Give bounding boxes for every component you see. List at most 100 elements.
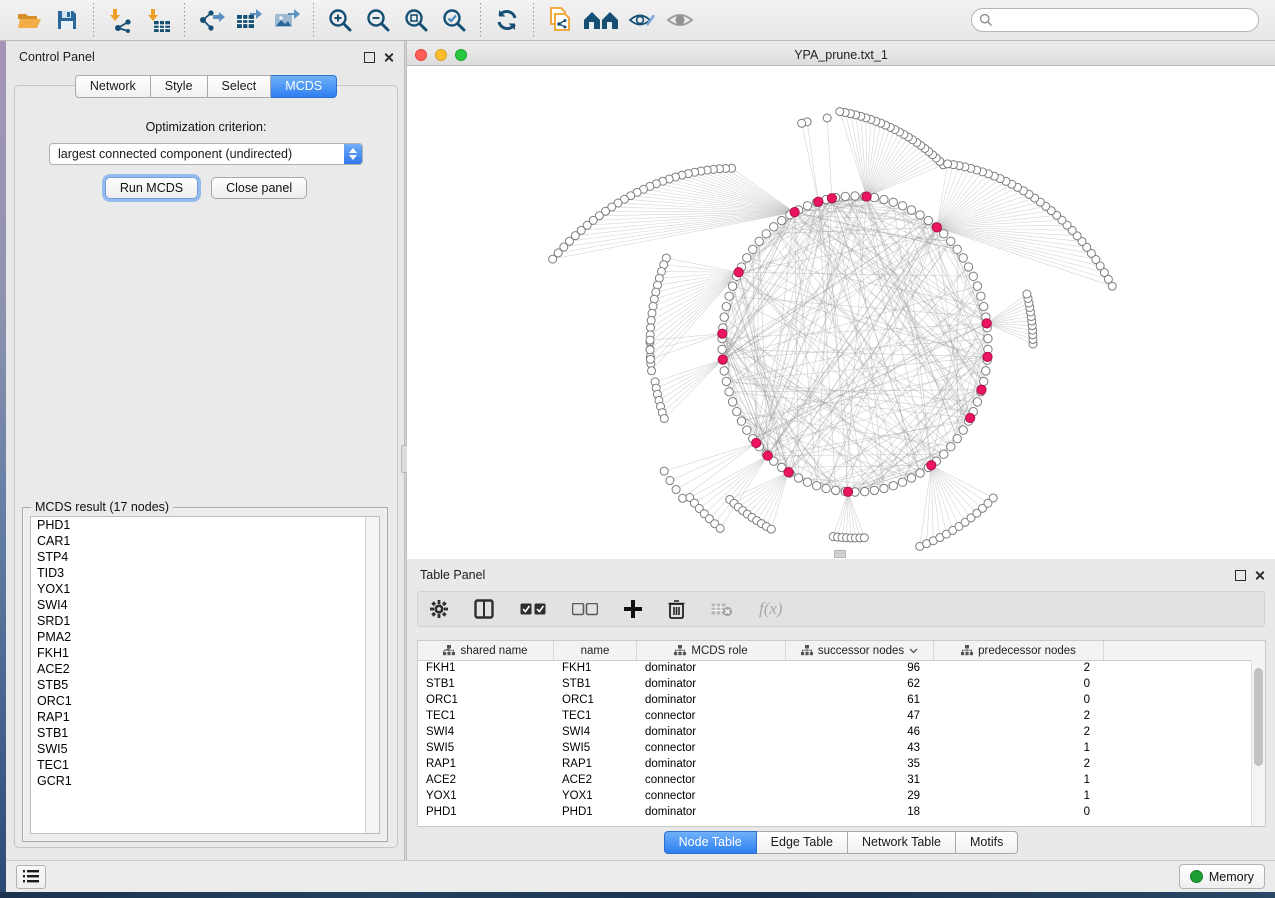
table-cell: dominator xyxy=(637,724,786,740)
table-row[interactable]: YOX1YOX1connector291 xyxy=(418,788,1265,804)
save-session-button[interactable] xyxy=(50,4,84,36)
export-table-button[interactable] xyxy=(232,4,266,36)
float-panel-icon[interactable] xyxy=(364,52,375,63)
horizontal-splitter-grip[interactable] xyxy=(834,550,846,558)
zoom-in-button[interactable] xyxy=(323,4,357,36)
function-builder-button[interactable]: f(x) xyxy=(759,599,783,619)
column-header-shared-name[interactable]: shared name xyxy=(418,641,554,660)
mcds-list-item[interactable]: SRD1 xyxy=(31,613,379,629)
mcds-list-item[interactable]: YOX1 xyxy=(31,581,379,597)
mcds-list-item[interactable]: ACE2 xyxy=(31,661,379,677)
hierarchy-icon xyxy=(674,645,686,656)
trash-icon xyxy=(668,599,685,619)
mcds-tab-content: Network Style Select MCDS Optimization c… xyxy=(14,85,398,848)
mcds-result-groupbox: MCDS result (17 nodes) PHD1CAR1STP4TID3Y… xyxy=(22,507,388,842)
table-cell-filler xyxy=(1104,676,1265,692)
mcds-list-item[interactable]: PHD1 xyxy=(31,517,379,533)
tab-style[interactable]: Style xyxy=(151,75,208,98)
task-history-button[interactable] xyxy=(16,865,46,889)
mcds-list-item[interactable]: SWI5 xyxy=(31,741,379,757)
annotations-toggle-button[interactable] xyxy=(625,4,659,36)
zoom-fit-button[interactable] xyxy=(399,4,433,36)
table-cell-filler xyxy=(1104,804,1265,820)
tab-edge-table[interactable]: Edge Table xyxy=(757,831,848,854)
hierarchy-icon xyxy=(801,645,813,656)
mcds-list-item[interactable]: RAP1 xyxy=(31,709,379,725)
mcds-list-item[interactable]: TID3 xyxy=(31,565,379,581)
tab-mcds[interactable]: MCDS xyxy=(271,75,337,98)
table-cell-filler xyxy=(1104,788,1265,804)
network-canvas[interactable] xyxy=(407,66,1275,559)
mcds-list-item[interactable]: FKH1 xyxy=(31,645,379,661)
first-neighbors-button[interactable] xyxy=(581,4,621,36)
table-row[interactable]: ACE2ACE2connector311 xyxy=(418,772,1265,788)
table-cell-filler xyxy=(1104,660,1265,676)
tab-node-table[interactable]: Node Table xyxy=(664,831,757,854)
table-cell: 2 xyxy=(934,660,1104,676)
export-image-button[interactable] xyxy=(270,4,304,36)
eye-slash-icon xyxy=(628,8,656,32)
tab-select[interactable]: Select xyxy=(208,75,272,98)
tab-network-table[interactable]: Network Table xyxy=(848,831,956,854)
mcds-result-list[interactable]: PHD1CAR1STP4TID3YOX1SWI4SRD1PMA2FKH1ACE2… xyxy=(30,516,380,834)
table-row[interactable]: STB1STB1dominator620 xyxy=(418,676,1265,692)
table-cell: connector xyxy=(637,708,786,724)
table-row[interactable]: SWI5SWI5connector431 xyxy=(418,740,1265,756)
node-table-body[interactable]: FKH1FKH1dominator962STB1STB1dominator620… xyxy=(418,660,1265,826)
column-header-name[interactable]: name xyxy=(554,641,637,660)
table-cell: SWI4 xyxy=(554,724,637,740)
mcds-list-item[interactable]: STP4 xyxy=(31,549,379,565)
column-header-successor-nodes[interactable]: successor nodes xyxy=(786,641,934,660)
clone-network-button[interactable] xyxy=(543,4,577,36)
import-network-button[interactable] xyxy=(103,4,137,36)
table-row[interactable]: PHD1PHD1dominator180 xyxy=(418,804,1265,820)
column-header-predecessor-nodes[interactable]: predecessor nodes xyxy=(934,641,1104,660)
zoom-selected-button[interactable] xyxy=(437,4,471,36)
table-cell: dominator xyxy=(637,660,786,676)
zoom-out-button[interactable] xyxy=(361,4,395,36)
network-titlebar[interactable]: YPA_prune.txt_1 xyxy=(407,44,1275,66)
table-scrollbar-thumb[interactable] xyxy=(1254,668,1263,766)
tab-motifs[interactable]: Motifs xyxy=(956,831,1018,854)
column-header-mcds-role[interactable]: MCDS role xyxy=(637,641,786,660)
mcds-list-item[interactable]: CAR1 xyxy=(31,533,379,549)
table-row[interactable]: SWI4SWI4dominator462 xyxy=(418,724,1265,740)
mcds-list-item[interactable]: SWI4 xyxy=(31,597,379,613)
mcds-list-item[interactable]: GCR1 xyxy=(31,773,379,789)
close-panel-icon[interactable] xyxy=(383,52,394,63)
mcds-list-scrollbar[interactable] xyxy=(365,517,379,833)
criterion-dropdown[interactable]: largest connected component (undirected) xyxy=(49,143,363,165)
run-mcds-button[interactable]: Run MCDS xyxy=(105,177,198,199)
import-table-button[interactable] xyxy=(141,4,175,36)
tab-network[interactable]: Network xyxy=(75,75,151,98)
table-row[interactable]: ORC1ORC1dominator610 xyxy=(418,692,1265,708)
refresh-button[interactable] xyxy=(490,4,524,36)
deselect-all-button[interactable] xyxy=(572,603,598,616)
mcds-list-item[interactable]: PMA2 xyxy=(31,629,379,645)
table-row[interactable]: RAP1RAP1dominator352 xyxy=(418,756,1265,772)
search-input[interactable] xyxy=(971,8,1259,32)
table-row[interactable]: FKH1FKH1dominator962 xyxy=(418,660,1265,676)
mcds-list-item[interactable]: TEC1 xyxy=(31,757,379,773)
table-row[interactable]: TEC1TEC1connector472 xyxy=(418,708,1265,724)
export-network-button[interactable] xyxy=(194,4,228,36)
table-cell: YOX1 xyxy=(554,788,637,804)
delete-column-button[interactable] xyxy=(668,599,685,619)
table-scrollbar[interactable] xyxy=(1251,660,1265,826)
mcds-list-item[interactable]: STB5 xyxy=(31,677,379,693)
table-cell-filler xyxy=(1104,708,1265,724)
close-table-panel-icon[interactable] xyxy=(1254,570,1265,581)
table-settings-button[interactable] xyxy=(430,600,448,618)
float-table-panel-icon[interactable] xyxy=(1235,570,1246,581)
open-file-button[interactable] xyxy=(12,4,46,36)
show-columns-button[interactable] xyxy=(474,599,494,619)
graphics-details-button[interactable] xyxy=(663,4,697,36)
memory-button[interactable]: Memory xyxy=(1179,864,1265,889)
create-column-button[interactable] xyxy=(624,600,642,618)
column-label: successor nodes xyxy=(818,645,904,657)
clear-table-button[interactable] xyxy=(711,602,733,617)
mcds-list-item[interactable]: STB1 xyxy=(31,725,379,741)
select-all-button[interactable] xyxy=(520,603,546,616)
close-panel-button[interactable]: Close panel xyxy=(211,177,307,199)
mcds-list-item[interactable]: ORC1 xyxy=(31,693,379,709)
